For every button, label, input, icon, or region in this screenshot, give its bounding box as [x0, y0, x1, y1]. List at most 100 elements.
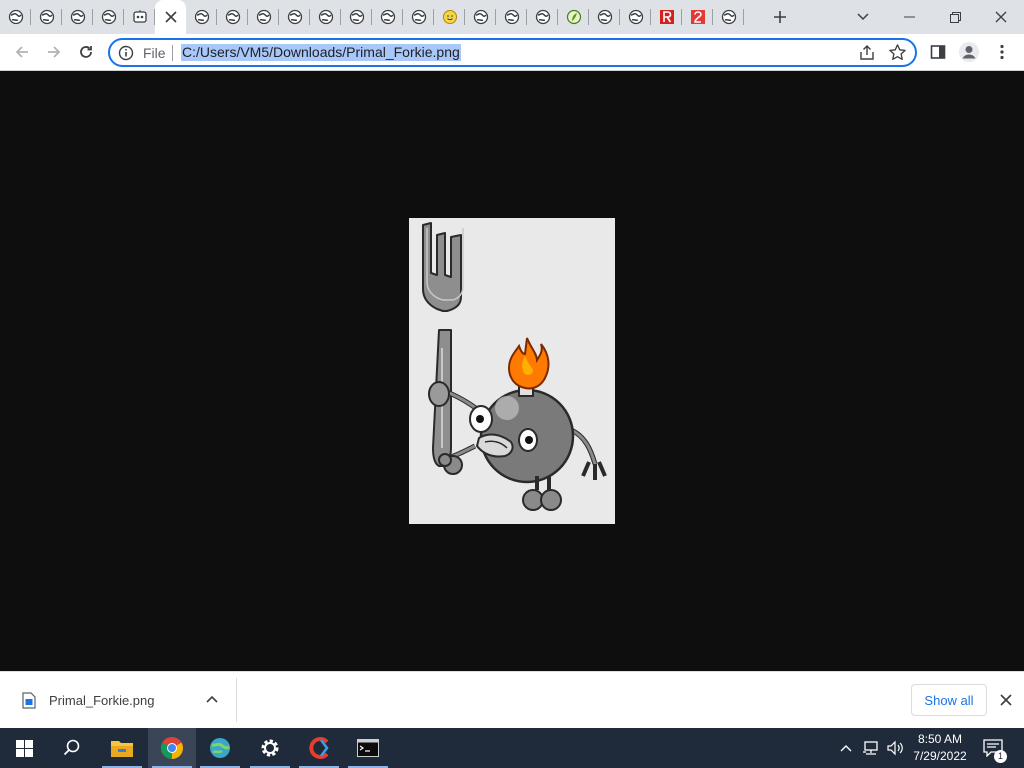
chevron-up-icon — [840, 745, 852, 752]
taskbar-file-explorer[interactable] — [98, 728, 146, 768]
forkie-character-illustration — [422, 222, 607, 511]
info-icon[interactable] — [118, 45, 134, 61]
tab[interactable] — [341, 0, 372, 34]
tab[interactable] — [434, 0, 465, 34]
new-tab-button[interactable] — [763, 0, 797, 34]
browser-toolbar: File C:/Users/VM5/Downloads/Primal_Forki… — [0, 34, 1024, 71]
globe-icon — [628, 9, 643, 25]
forward-button[interactable] — [41, 39, 67, 65]
settings-icon — [261, 739, 279, 757]
notification-badge: 1 — [994, 750, 1007, 763]
restore-button[interactable] — [932, 2, 978, 32]
search-button[interactable] — [48, 728, 96, 768]
download-file-name[interactable]: Primal_Forkie.png — [49, 693, 155, 708]
image-viewer — [0, 71, 1024, 671]
globe-icon — [39, 9, 54, 25]
tab[interactable] — [372, 0, 403, 34]
close-icon — [995, 11, 1007, 23]
globe-icon — [287, 9, 302, 25]
tab[interactable] — [403, 0, 434, 34]
tray-overflow-button[interactable] — [836, 728, 856, 768]
tab[interactable] — [465, 0, 496, 34]
globe-icon — [101, 9, 116, 25]
clock-date: 7/29/2022 — [913, 749, 967, 763]
tab[interactable] — [589, 0, 620, 34]
tab[interactable] — [62, 0, 93, 34]
red-2-icon — [690, 10, 705, 24]
taskbar-terminal[interactable] — [344, 728, 392, 768]
tab[interactable] — [713, 0, 744, 34]
close-icon[interactable] — [163, 9, 179, 25]
url-text[interactable]: C:/Users/VM5/Downloads/Primal_Forkie.png — [181, 44, 461, 61]
tab[interactable] — [651, 0, 682, 34]
close-window-button[interactable] — [978, 2, 1024, 32]
share-icon[interactable] — [858, 44, 876, 62]
profile-button[interactable] — [956, 39, 982, 65]
tab[interactable] — [310, 0, 341, 34]
globe-icon — [318, 9, 333, 25]
network-icon — [863, 741, 878, 755]
close-icon[interactable] — [997, 691, 1015, 709]
volume-button[interactable] — [884, 728, 906, 768]
tab[interactable] — [124, 0, 155, 34]
tab[interactable] — [558, 0, 589, 34]
search-icon — [63, 739, 80, 756]
arrow-left-icon — [15, 46, 28, 58]
primal-forkie-image[interactable] — [409, 218, 615, 524]
minimize-icon — [903, 16, 915, 18]
tab-active[interactable] — [155, 0, 186, 34]
globe-icon — [194, 9, 209, 25]
tab[interactable] — [682, 0, 713, 34]
globe-icon — [8, 9, 23, 25]
speaker-icon — [887, 740, 903, 756]
more-vert-icon — [1000, 44, 1004, 60]
bookmark-star-icon[interactable] — [888, 43, 907, 62]
restore-icon — [949, 11, 961, 23]
reload-icon — [80, 46, 92, 58]
notification-center-button[interactable]: 1 — [980, 728, 1007, 768]
avatar-icon — [959, 42, 979, 62]
globe-icon — [473, 9, 488, 25]
globe-icon — [535, 9, 550, 25]
taskbar-settings[interactable] — [246, 728, 294, 768]
chevron-up-icon[interactable] — [204, 692, 220, 708]
tab[interactable] — [496, 0, 527, 34]
show-all-button[interactable]: Show all — [911, 684, 987, 716]
tab[interactable] — [527, 0, 558, 34]
green-leaf-icon — [566, 9, 581, 25]
globe-app-icon — [210, 738, 230, 758]
menu-button[interactable] — [989, 39, 1015, 65]
tab[interactable] — [93, 0, 124, 34]
chrome-icon — [161, 737, 183, 759]
globe-icon — [597, 9, 612, 25]
windows-taskbar: 8:50 AM 7/29/2022 1 — [0, 728, 1024, 768]
back-button[interactable] — [9, 39, 35, 65]
side-panel-button[interactable] — [925, 39, 951, 65]
globe-icon — [721, 9, 736, 25]
taskbar-ccleaner[interactable] — [295, 728, 343, 768]
tab[interactable] — [186, 0, 217, 34]
plus-icon — [774, 11, 786, 23]
reload-button[interactable] — [73, 39, 99, 65]
window-controls — [840, 0, 1024, 34]
globe-icon — [504, 9, 519, 25]
scheme-label: File — [143, 45, 166, 61]
tab[interactable] — [0, 0, 31, 34]
tab[interactable] — [248, 0, 279, 34]
tab[interactable] — [279, 0, 310, 34]
system-clock[interactable]: 8:50 AM 7/29/2022 — [905, 731, 975, 765]
taskbar-chrome[interactable] — [148, 728, 196, 768]
tab-search-button[interactable] — [840, 2, 886, 32]
tab[interactable] — [217, 0, 248, 34]
taskbar-globe-app[interactable] — [196, 728, 244, 768]
red-r-icon — [659, 10, 674, 24]
globe-icon — [380, 9, 395, 25]
image-file-icon — [22, 692, 36, 709]
address-bar[interactable]: File C:/Users/VM5/Downloads/Primal_Forki… — [108, 38, 917, 67]
start-button[interactable] — [0, 728, 48, 768]
network-button[interactable] — [860, 728, 882, 768]
tab[interactable] — [31, 0, 62, 34]
minimize-button[interactable] — [886, 2, 932, 32]
tab[interactable] — [620, 0, 651, 34]
download-shelf: Primal_Forkie.png Show all — [0, 671, 1024, 728]
